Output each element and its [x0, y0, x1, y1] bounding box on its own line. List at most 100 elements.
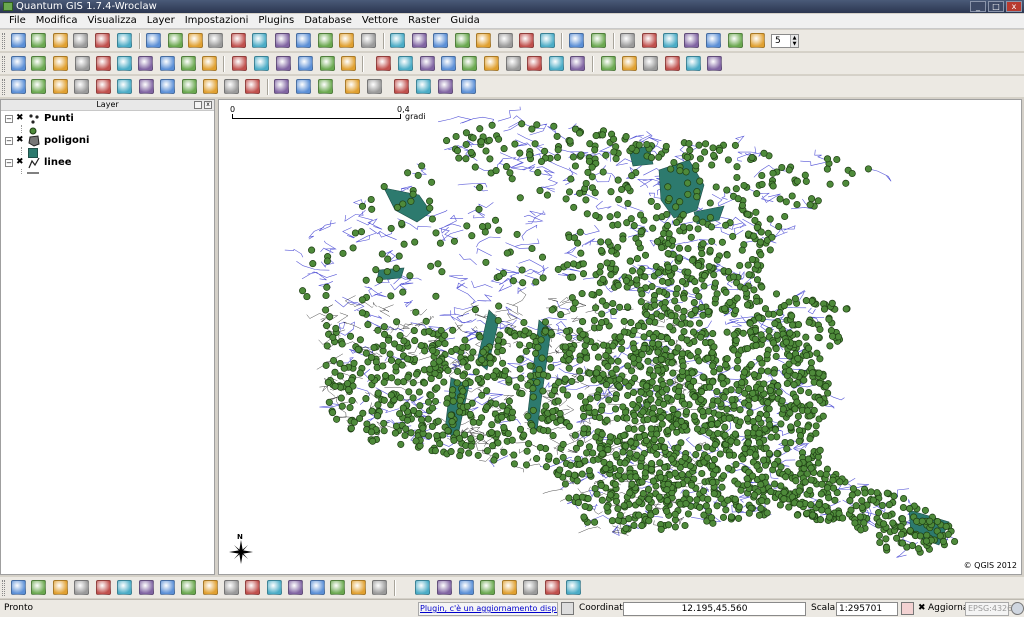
toolbar-tool-icon[interactable] [53, 580, 68, 595]
toolbar-tool-icon[interactable] [203, 79, 218, 94]
layer-visibility-checkbox[interactable]: ✖ [16, 136, 25, 145]
minimize-button[interactable]: _ [970, 1, 986, 12]
toolbar-tool-icon[interactable] [53, 56, 68, 71]
menu-file[interactable]: File [4, 14, 31, 28]
menu-database[interactable]: Database [299, 14, 357, 28]
toolbar-tool-icon[interactable] [296, 79, 311, 94]
toolbar-tool-icon[interactable] [566, 580, 581, 595]
close-button[interactable]: x [1006, 1, 1022, 12]
toolbar-tool-icon[interactable] [330, 580, 345, 595]
toolbar-tool-icon[interactable] [74, 580, 89, 595]
toolbar-tool-icon[interactable] [549, 56, 564, 71]
toolbar-tool-icon[interactable] [540, 33, 555, 48]
toolbar-tool-icon[interactable] [11, 33, 26, 48]
toolbar-tool-icon[interactable] [665, 56, 680, 71]
toolbar-tool-icon[interactable] [341, 56, 356, 71]
menu-vettore[interactable]: Vettore [357, 14, 403, 28]
menu-raster[interactable]: Raster [403, 14, 445, 28]
toolbar-tool-icon[interactable] [519, 33, 534, 48]
toolbar-grip[interactable] [2, 33, 5, 49]
toolbar-tool-icon[interactable] [394, 79, 409, 94]
close-panel-button[interactable]: x [204, 101, 212, 109]
toolbar-tool-icon[interactable] [663, 33, 678, 48]
toolbar-tool-icon[interactable] [224, 79, 239, 94]
toolbar-tool-icon[interactable] [706, 33, 721, 48]
toolbar-tool-icon[interactable] [390, 33, 405, 48]
collapse-icon[interactable]: − [5, 159, 13, 167]
toolbar-tool-icon[interactable] [245, 580, 260, 595]
toolbar-tool-icon[interactable] [96, 79, 111, 94]
toolbar-tool-icon[interactable] [438, 79, 453, 94]
toolbar-tool-icon[interactable] [502, 580, 517, 595]
toolbar-tool-icon[interactable] [707, 56, 722, 71]
toolbar-tool-icon[interactable] [376, 56, 391, 71]
toolbar-tool-icon[interactable] [73, 33, 88, 48]
toolbar-tool-icon[interactable] [398, 56, 413, 71]
toggle-extents-icon[interactable] [561, 602, 574, 615]
toolbar-tool-icon[interactable] [620, 33, 635, 48]
toolbar-tool-icon[interactable] [139, 79, 154, 94]
toolbar-tool-icon[interactable] [74, 79, 89, 94]
toolbar-tool-icon[interactable] [96, 580, 111, 595]
toolbar-tool-icon[interactable] [202, 56, 217, 71]
toolbar-tool-icon[interactable] [160, 79, 175, 94]
toolbar-tool-icon[interactable] [182, 79, 197, 94]
toolbar-tool-icon[interactable] [232, 56, 247, 71]
toolbar-tool-icon[interactable] [181, 56, 196, 71]
toolbar-tool-icon[interactable] [318, 33, 333, 48]
toolbar-tool-icon[interactable] [367, 79, 382, 94]
toolbar-tool-icon[interactable] [310, 580, 325, 595]
toolbar-tool-icon[interactable] [433, 33, 448, 48]
toolbar-tool-icon[interactable] [441, 56, 456, 71]
toolbar-tool-icon[interactable] [642, 33, 657, 48]
toolbar-tool-icon[interactable] [11, 580, 26, 595]
toolbar-tool-icon[interactable] [31, 580, 46, 595]
toolbar-tool-icon[interactable] [252, 33, 267, 48]
toolbar-tool-icon[interactable] [459, 580, 474, 595]
menu-impostazioni[interactable]: Impostazioni [180, 14, 254, 28]
toolbar-tool-icon[interactable] [254, 56, 269, 71]
layer-row-punti[interactable]: − ✖ Punti [1, 112, 214, 126]
toolbar-tool-icon[interactable] [288, 580, 303, 595]
stop-rendering-icon[interactable] [901, 602, 914, 615]
toolbar-tool-icon[interactable] [95, 33, 110, 48]
toolbar-tool-icon[interactable] [96, 56, 111, 71]
toolbar-tool-icon[interactable] [372, 580, 387, 595]
toolbar-tool-icon[interactable] [203, 580, 218, 595]
toolbar-tool-icon[interactable] [484, 56, 499, 71]
toolbar-grip[interactable] [2, 56, 5, 72]
menu-guida[interactable]: Guida [445, 14, 484, 28]
plugin-update-link[interactable]: Plugin, c'è un aggiornamento disponibile [418, 602, 558, 616]
spinbox-arrows[interactable]: ▲ ▼ [790, 35, 798, 47]
toolbar-tool-icon[interactable] [31, 79, 46, 94]
toolbar-tool-icon[interactable] [498, 33, 513, 48]
toolbar-tool-icon[interactable] [231, 33, 246, 48]
toolbar-tool-icon[interactable] [622, 56, 637, 71]
toolbar-tool-icon[interactable] [160, 580, 175, 595]
toolbar-tool-icon[interactable] [320, 56, 335, 71]
toolbar-tool-icon[interactable] [267, 580, 282, 595]
toolbar-tool-icon[interactable] [276, 56, 291, 71]
toolbar-tool-icon[interactable] [527, 56, 542, 71]
toolbar-tool-icon[interactable] [415, 580, 430, 595]
toolbar-tool-icon[interactable] [412, 33, 427, 48]
toolbar-tool-icon[interactable] [168, 33, 183, 48]
toolbar-tool-icon[interactable] [160, 56, 175, 71]
toolbar-tool-icon[interactable] [523, 580, 538, 595]
toolbar-tool-icon[interactable] [339, 33, 354, 48]
toolbar-tool-icon[interactable] [11, 56, 26, 71]
toolbar-tool-icon[interactable] [181, 580, 196, 595]
toolbar-tool-icon[interactable] [224, 580, 239, 595]
toolbar-tool-icon[interactable] [506, 56, 521, 71]
scale-field[interactable]: 1:295701 [836, 602, 898, 616]
toolbar-tool-icon[interactable] [275, 33, 290, 48]
toolbar-tool-icon[interactable] [437, 580, 452, 595]
toolbar-tool-icon[interactable] [351, 580, 366, 595]
toolbar-tool-icon[interactable] [139, 580, 154, 595]
crs-status[interactable]: EPSG:4326 [965, 602, 1012, 616]
maximize-button[interactable]: □ [988, 1, 1004, 12]
toolbar-tool-icon[interactable] [416, 79, 431, 94]
toolbar-tool-icon[interactable] [31, 56, 46, 71]
collapse-icon[interactable]: − [5, 137, 13, 145]
layer-visibility-checkbox[interactable]: ✖ [16, 158, 25, 167]
